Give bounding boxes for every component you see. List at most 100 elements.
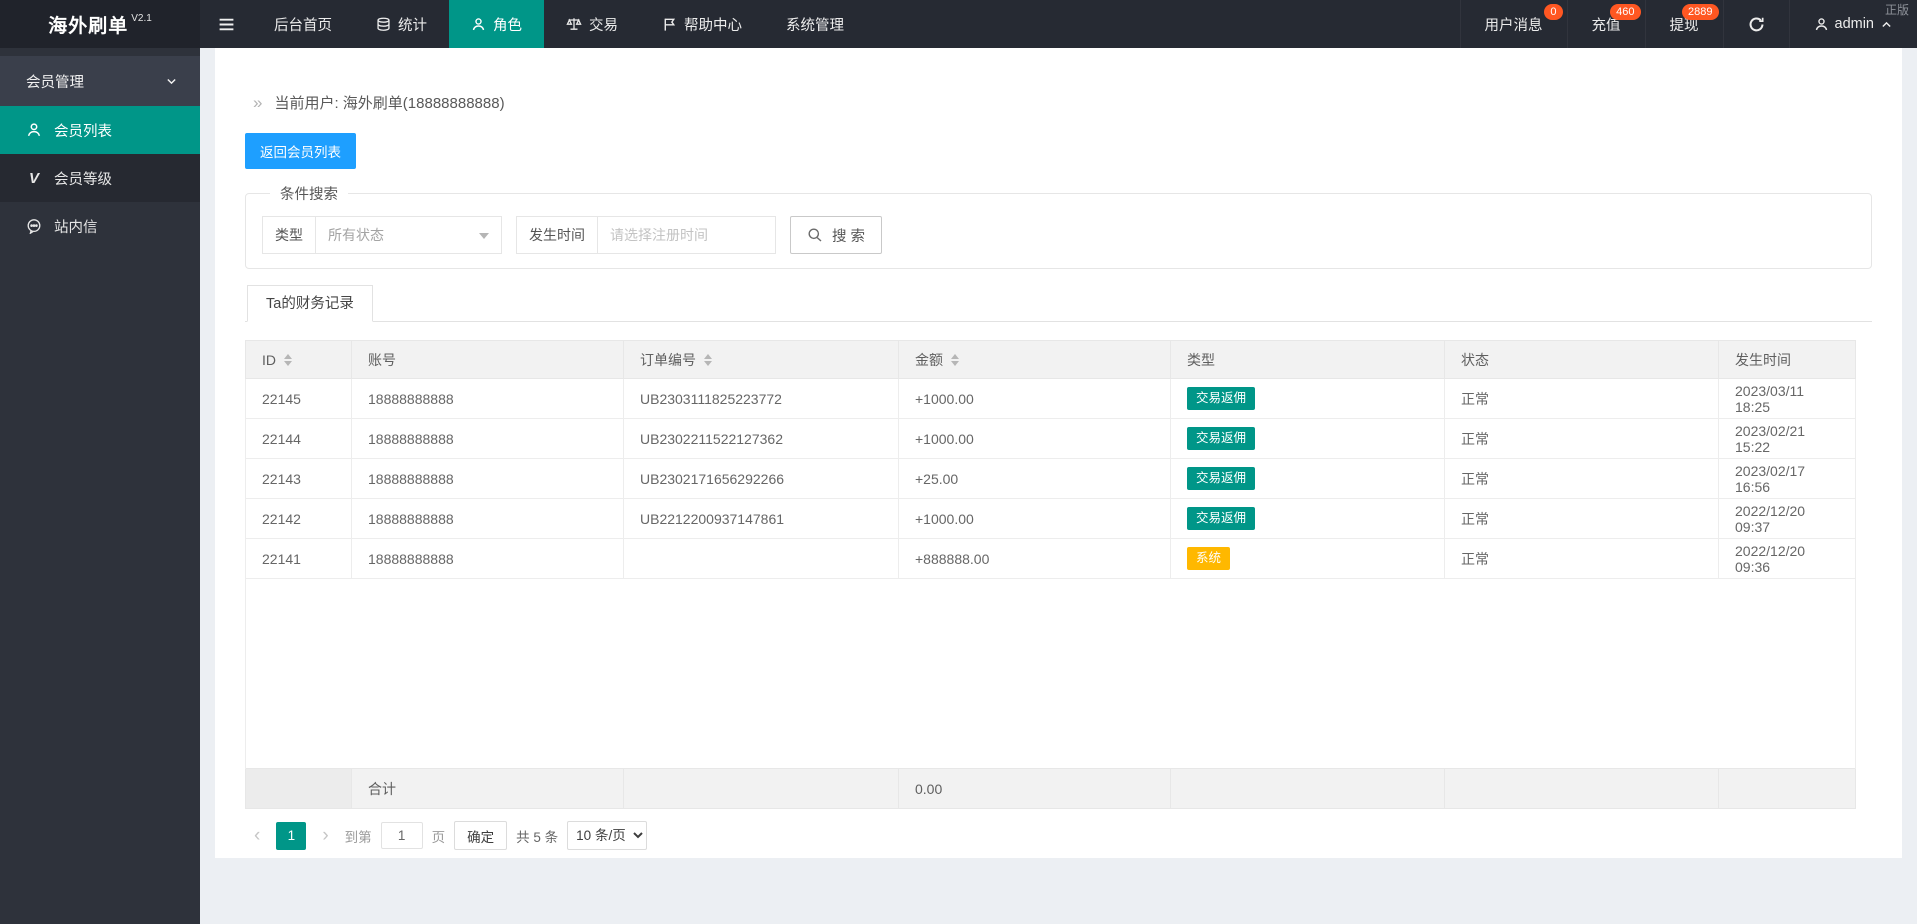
col-header-type: 类型 — [1170, 340, 1445, 379]
cell-order-no — [623, 538, 899, 579]
refresh-icon — [1748, 16, 1765, 33]
main-nav: 后台首页 统计 角色 交易 帮助中心 系统管理 — [252, 0, 866, 48]
type-badge: 交易返佣 — [1187, 507, 1256, 530]
cell-time: 2022/12/20 09:37 — [1718, 498, 1856, 539]
topbar-right: 用户消息 0 充值 460 提现 2889 admin — [1459, 0, 1917, 48]
chevron-down-icon — [165, 75, 178, 88]
type-filter-group: 类型 所有状态 — [262, 216, 502, 254]
cell-account: 18888888888 — [351, 378, 624, 419]
time-input[interactable] — [598, 216, 776, 254]
cell-account: 18888888888 — [351, 458, 624, 499]
type-label: 类型 — [262, 216, 316, 254]
nav-label: 角色 — [493, 17, 522, 34]
database-icon — [376, 17, 391, 32]
cell-account: 18888888888 — [351, 418, 624, 459]
recharge-count-badge: 460 — [1610, 4, 1641, 20]
table-row: 22142 18888888888 UB2212200937147861 +10… — [245, 498, 1856, 539]
nav-item-statistics[interactable]: 统计 — [354, 0, 449, 48]
table-row: 22144 18888888888 UB2302211522127362 +10… — [245, 418, 1856, 459]
search-panel-title: 条件搜索 — [280, 187, 338, 203]
user-messages-button[interactable]: 用户消息 0 — [1459, 0, 1567, 48]
search-button-label: 搜 索 — [832, 228, 866, 245]
goto-page-input[interactable] — [380, 822, 423, 849]
tab-bar: Ta的财务记录 — [245, 285, 1872, 322]
messages-count-badge: 0 — [1544, 4, 1563, 20]
nav-item-trade[interactable]: 交易 — [544, 0, 640, 48]
cell-amount: +888888.00 — [898, 538, 1171, 579]
back-to-member-list-button[interactable]: 返回会员列表 — [245, 133, 356, 169]
nav-item-role[interactable]: 角色 — [449, 0, 544, 48]
sidebar-item-member-list[interactable]: 会员列表 — [0, 106, 200, 154]
breadcrumb-icon: » — [253, 92, 263, 112]
type-select[interactable]: 所有状态 — [316, 216, 502, 254]
search-icon — [807, 227, 823, 243]
sidebar-item-label: 站内信 — [54, 219, 98, 236]
cell-time: 2022/12/20 09:36 — [1718, 538, 1856, 579]
current-page-button[interactable]: 1 — [276, 821, 307, 850]
cell-id: 22145 — [245, 378, 352, 419]
withdraw-button[interactable]: 提现 2889 — [1644, 0, 1723, 48]
type-badge: 交易返佣 — [1187, 387, 1256, 410]
table-row: 22141 18888888888 +888888.00 系统 正常 2022/… — [245, 538, 1856, 579]
cell-status: 正常 — [1444, 378, 1719, 419]
sidebar-toggle-button[interactable] — [200, 0, 252, 48]
content-card: » 当前用户: 海外刷单(18888888888) 返回会员列表 条件搜索 类型… — [215, 48, 1902, 858]
records-table: ID 账号 订单编号 金额 类型 状态 发生时间 22145 188888888… — [245, 340, 1856, 809]
caret-down-icon — [479, 233, 489, 239]
nav-item-help-center[interactable]: 帮助中心 — [640, 0, 764, 48]
col-header-amount[interactable]: 金额 — [898, 340, 1171, 379]
user-messages-label: 用户消息 — [1484, 17, 1543, 34]
nav-label: 帮助中心 — [684, 17, 742, 34]
app-version: V2.1 — [131, 12, 152, 24]
cell-status: 正常 — [1444, 498, 1719, 539]
cell-account: 18888888888 — [351, 538, 624, 579]
main-content: » 当前用户: 海外刷单(18888888888) 返回会员列表 条件搜索 类型… — [200, 48, 1917, 924]
sort-icon[interactable] — [704, 353, 712, 366]
sort-icon[interactable] — [284, 353, 292, 366]
chevron-up-icon — [1880, 18, 1893, 31]
user-icon — [471, 17, 486, 32]
col-header-status: 状态 — [1444, 340, 1719, 379]
refresh-button[interactable] — [1722, 0, 1789, 48]
col-header-order-no[interactable]: 订单编号 — [623, 340, 899, 379]
genuine-watermark: 正版 — [1884, 3, 1909, 17]
nav-item-system-management[interactable]: 系统管理 — [764, 0, 866, 48]
user-icon — [1814, 17, 1829, 32]
cell-status: 正常 — [1444, 458, 1719, 499]
nav-label: 后台首页 — [274, 17, 332, 34]
sort-icon[interactable] — [951, 353, 959, 366]
flag-icon — [662, 17, 677, 32]
recharge-button[interactable]: 充值 460 — [1566, 0, 1645, 48]
breadcrumb: » 当前用户: 海外刷单(18888888888) — [245, 48, 1872, 113]
sidebar-group-label: 会员管理 — [26, 74, 84, 91]
topbar: 海外刷单 V2.1 后台首页 统计 角色 交易 帮助中心 系统管理 用户消息 0… — [0, 0, 1917, 48]
page-size-select[interactable]: 10 条/页 — [567, 821, 648, 850]
sidebar-item-site-message[interactable]: 站内信 — [0, 202, 200, 250]
cell-amount: +1000.00 — [898, 418, 1171, 459]
cell-account: 18888888888 — [351, 498, 624, 539]
sidebar-group-member-management[interactable]: 会员管理 — [0, 56, 200, 106]
prev-page-button[interactable]: ‹ — [247, 822, 267, 850]
nav-label: 统计 — [398, 17, 427, 34]
goto-label: 到第 — [344, 829, 372, 845]
col-header-id[interactable]: ID — [245, 340, 352, 379]
cell-id: 22143 — [245, 458, 352, 499]
next-page-button[interactable]: › — [315, 822, 335, 850]
tab-financial-records[interactable]: Ta的财务记录 — [247, 285, 373, 322]
table-row: 22145 18888888888 UB2303111825223772 +10… — [245, 378, 1856, 419]
cell-id: 22144 — [245, 418, 352, 459]
time-label: 发生时间 — [516, 216, 598, 254]
sidebar-item-label: 会员列表 — [54, 123, 112, 140]
cell-amount: +1000.00 — [898, 378, 1171, 419]
col-header-time: 发生时间 — [1718, 340, 1856, 379]
search-button[interactable]: 搜 索 — [790, 216, 883, 254]
menu-fold-icon — [218, 16, 235, 33]
sidebar-item-member-level[interactable]: V 会员等级 — [0, 154, 200, 202]
search-form: 类型 所有状态 发生时间 搜 索 — [262, 216, 1855, 254]
cell-order-no: UB2212200937147861 — [623, 498, 899, 539]
nav-label: 系统管理 — [786, 17, 844, 34]
page-unit-label: 页 — [431, 829, 446, 845]
nav-item-home[interactable]: 后台首页 — [252, 0, 354, 48]
confirm-page-button[interactable]: 确定 — [454, 821, 508, 850]
type-badge: 系统 — [1187, 547, 1231, 570]
